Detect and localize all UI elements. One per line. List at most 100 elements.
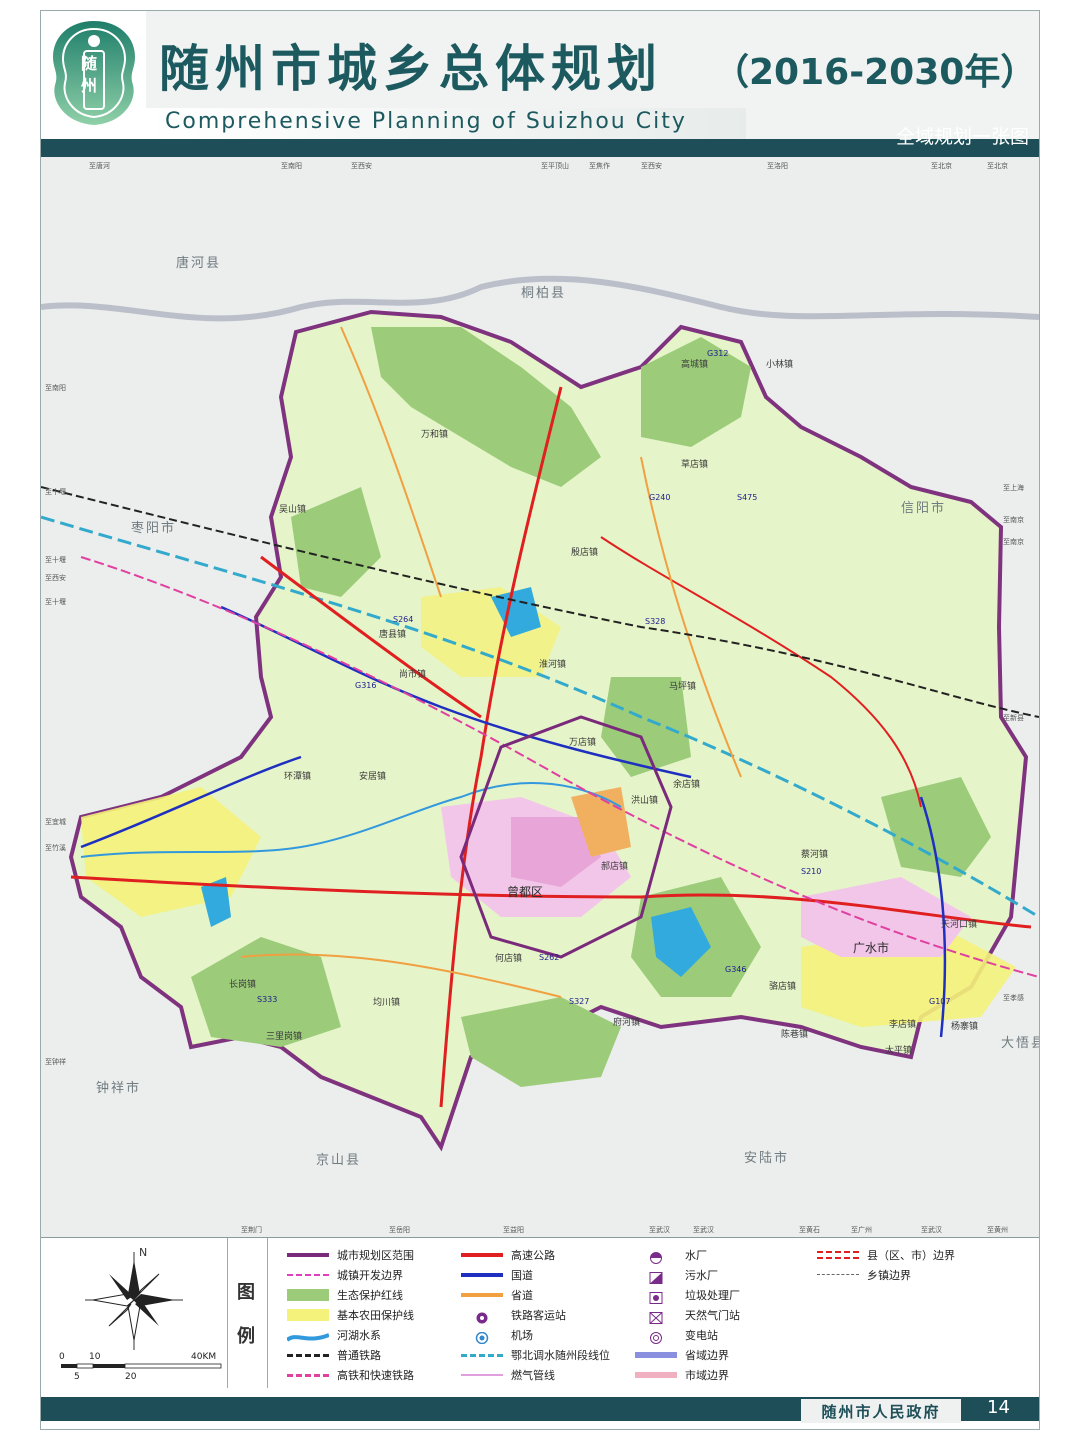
legend-symbol-hsr xyxy=(287,1369,329,1381)
town-label: 殷店镇 xyxy=(571,548,599,558)
edge-label: 至南京 xyxy=(1003,516,1024,524)
legend: N 0 10 40KM 5 20 图 例 城市规划区范围 城镇开发边界 生态保护… xyxy=(41,1237,1039,1390)
page-title: 随州市城乡总体规划 xyxy=(159,40,663,98)
legend-symbol-rail xyxy=(287,1349,329,1361)
legend-item: 城镇开发边界 xyxy=(287,1266,403,1284)
edge-label: 至荆门 xyxy=(241,1226,262,1234)
edge-label: 至宜城 xyxy=(45,818,66,826)
road-label: S333 xyxy=(257,995,278,1004)
neighbor-label: 枣阳市 xyxy=(131,521,177,536)
town-label: 杨寨镇 xyxy=(951,1022,979,1032)
neighbor-label: 安陆市 xyxy=(744,1151,790,1166)
legend-item: 河湖水系 xyxy=(285,1326,381,1344)
river-icon xyxy=(285,1333,330,1342)
map-canvas xyxy=(41,157,1039,1237)
edge-label: 至益阳 xyxy=(503,1226,524,1234)
sewage-plant-icon xyxy=(649,1272,663,1284)
legend-item: 省域边界 xyxy=(635,1346,729,1364)
road-label: G240 xyxy=(649,493,671,502)
town-label: 郝店镇 xyxy=(601,862,629,872)
edge-label: 至唐河 xyxy=(89,162,110,170)
edge-label: 至武汉 xyxy=(921,1226,942,1234)
edge-label: 至北京 xyxy=(931,162,952,170)
edge-label: 至西安 xyxy=(45,574,66,582)
edge-label: 至南阳 xyxy=(281,162,302,170)
legend-item: 城市规划区范围 xyxy=(287,1246,414,1264)
water-plant-icon xyxy=(650,1252,662,1264)
road-label: S262 xyxy=(539,953,560,962)
legend-symbol-farmland xyxy=(287,1309,329,1321)
legend-symbol-eco xyxy=(287,1289,329,1301)
legend-item: 垃圾处理厂 xyxy=(635,1286,740,1304)
legend-item: 县（区、市）边界 xyxy=(817,1246,955,1264)
edge-label: 至南阳 xyxy=(45,384,66,392)
town-label: 吴山镇 xyxy=(279,505,307,515)
footer: 随州市人民政府 14 xyxy=(41,1389,1039,1429)
legend-symbol-prov-border xyxy=(635,1349,677,1361)
legend-symbol-boundary xyxy=(287,1249,329,1261)
edge-label: 至焦作 xyxy=(589,162,610,170)
legend-symbol-expressway xyxy=(461,1249,503,1261)
town-label: 府河镇 xyxy=(613,1018,641,1028)
edge-label: 至西安 xyxy=(351,162,372,170)
legend-item: 高速公路 xyxy=(461,1246,555,1264)
legend-item: 基本农田保护线 xyxy=(287,1306,414,1324)
district-label: 曾都区 xyxy=(507,885,544,899)
legend-symbol-canal xyxy=(461,1349,503,1361)
legend-item: 天然气门站 xyxy=(635,1306,740,1324)
town-label: 草店镇 xyxy=(681,460,709,470)
town-label: 安居镇 xyxy=(359,772,387,782)
legend-heading-2: 例 xyxy=(237,1326,255,1347)
town-label: 均川镇 xyxy=(373,998,401,1008)
legend-symbol-substation xyxy=(635,1329,677,1344)
planning-map: 唐河县 桐柏县 枣阳市 信阳市 钟祥市 京山县 安陆市 大悟县 曾都区 广水市 … xyxy=(41,157,1039,1237)
legend-item: 机场 xyxy=(461,1326,533,1345)
legend-item: 生态保护红线 xyxy=(287,1286,403,1304)
legend-item: 乡镇边界 xyxy=(817,1266,911,1284)
legend-symbol-gasgate xyxy=(635,1309,677,1324)
town-label: 何店镇 xyxy=(495,954,523,964)
town-label: 小林镇 xyxy=(766,360,794,370)
edge-label: 至南京 xyxy=(1003,538,1024,546)
town-label: 长岗镇 xyxy=(229,980,257,990)
legend-symbol-provincial xyxy=(461,1289,503,1301)
legend-symbol-garbage xyxy=(635,1289,677,1304)
north-arrow-icon xyxy=(61,1252,222,1369)
railway-station-icon xyxy=(476,1312,488,1324)
legend-heading: 图 例 xyxy=(227,1238,268,1388)
legend-item: 市域边界 xyxy=(635,1366,729,1384)
town-label: 余店镇 xyxy=(673,780,701,790)
legend-symbol-town-border xyxy=(817,1269,859,1281)
edge-label: 至平顶山 xyxy=(541,162,569,170)
edge-label: 至钟祥 xyxy=(45,1058,66,1066)
town-label: 李店镇 xyxy=(889,1020,917,1030)
edge-label: 至十堰 xyxy=(45,598,66,606)
edge-label: 至孝感 xyxy=(1003,994,1024,1002)
neighbor-label: 钟祥市 xyxy=(96,1081,142,1096)
legend-symbol-county-border xyxy=(817,1249,859,1261)
town-label: 骆店镇 xyxy=(769,982,797,992)
legend-symbol-national xyxy=(461,1269,503,1281)
road-label: S327 xyxy=(569,997,590,1006)
gas-gate-icon xyxy=(649,1312,663,1324)
map-subtitle: 全域规划一张图 xyxy=(895,126,1029,148)
edge-label: 至洛阳 xyxy=(767,162,788,170)
header: 随州 随州市城乡总体规划 （2016-2030年） Comprehensive … xyxy=(41,11,1039,157)
road-label: G316 xyxy=(355,681,377,690)
road-label: S210 xyxy=(801,867,822,876)
legend-item: 国道 xyxy=(461,1266,533,1284)
town-label: 尚市镇 xyxy=(399,670,427,680)
edge-label: 至黄石 xyxy=(799,1226,820,1234)
edge-label: 至武汉 xyxy=(693,1226,714,1234)
edge-label: 至十堰 xyxy=(45,556,66,564)
legend-item: 铁路客运站 xyxy=(461,1306,566,1324)
scale-label: 5 xyxy=(74,1372,80,1382)
town-label: 万和镇 xyxy=(421,430,449,440)
page: 随州 随州市城乡总体规划 （2016-2030年） Comprehensive … xyxy=(40,10,1040,1430)
road-label: G312 xyxy=(707,349,729,358)
compass-scale: N 0 10 40KM 5 20 xyxy=(41,1238,228,1388)
legend-item: 水厂 xyxy=(635,1246,707,1264)
town-label: 唐县镇 xyxy=(379,630,407,640)
district-label: 广水市 xyxy=(853,941,890,955)
header-band xyxy=(41,139,1039,157)
